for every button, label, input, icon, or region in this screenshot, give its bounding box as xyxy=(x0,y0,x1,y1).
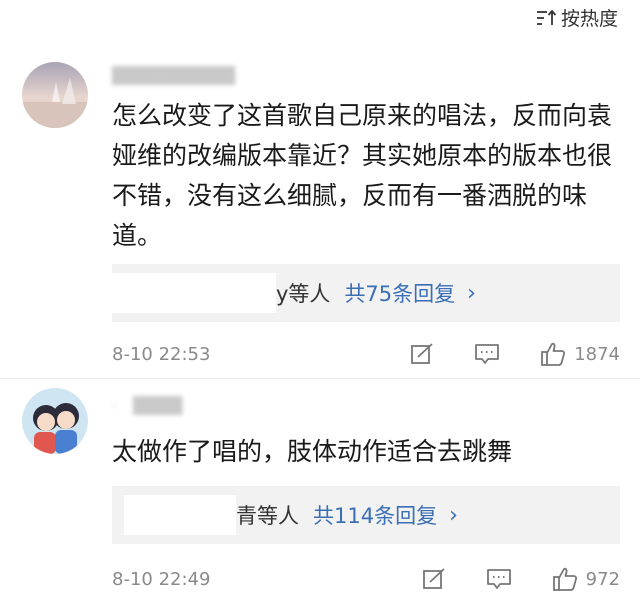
avatar[interactable] xyxy=(22,62,88,128)
redacted-area xyxy=(112,273,276,313)
comment-footer: 8-10 22:53 1874 xyxy=(112,334,620,374)
comment-text: 太做作了唱的，肢体动作适合去跳舞 xyxy=(112,437,513,466)
like-count: 1874 xyxy=(574,343,620,365)
edit-icon[interactable] xyxy=(422,568,446,590)
comment-text: 怎么改变了这首歌自己原来的唱法，反而向袁娅维的改编版本靠近？其实她原本的版本也很… xyxy=(112,101,613,250)
reply-names: y等人 xyxy=(276,282,331,306)
replies-preview[interactable]: 青等人 共114条回复 › xyxy=(112,486,620,544)
comment-footer: 8-10 22:49 972 xyxy=(112,559,620,599)
replies-preview[interactable]: y等人 共75条回复 › xyxy=(112,264,620,322)
like-button[interactable]: 972 xyxy=(552,566,620,592)
like-icon xyxy=(552,566,578,592)
redacted-area xyxy=(124,495,236,535)
chevron-right-icon: › xyxy=(467,280,476,306)
like-button[interactable]: 1874 xyxy=(540,341,620,367)
like-count: 972 xyxy=(585,568,620,590)
reply-names: 青等人 xyxy=(236,504,299,528)
chevron-right-icon: › xyxy=(449,502,458,528)
comment-icon[interactable] xyxy=(486,568,512,590)
sort-icon xyxy=(535,8,557,28)
avatar[interactable] xyxy=(22,388,88,454)
sort-by-heat-button[interactable]: 按热度 xyxy=(535,4,618,31)
sort-label: 按热度 xyxy=(560,8,618,30)
comment-time: 8-10 22:53 xyxy=(112,343,211,365)
comment-time: 8-10 22:49 xyxy=(112,568,211,590)
like-icon xyxy=(540,341,566,367)
edit-icon[interactable] xyxy=(410,343,434,365)
username[interactable]: ██████████ xyxy=(112,66,235,85)
reply-count-link[interactable]: 共114条回复 xyxy=(313,500,437,530)
username[interactable]: · ████ xyxy=(112,392,182,416)
reply-count-link[interactable]: 共75条回复 xyxy=(344,278,455,308)
comment-icon[interactable] xyxy=(474,343,500,365)
divider xyxy=(0,378,640,379)
